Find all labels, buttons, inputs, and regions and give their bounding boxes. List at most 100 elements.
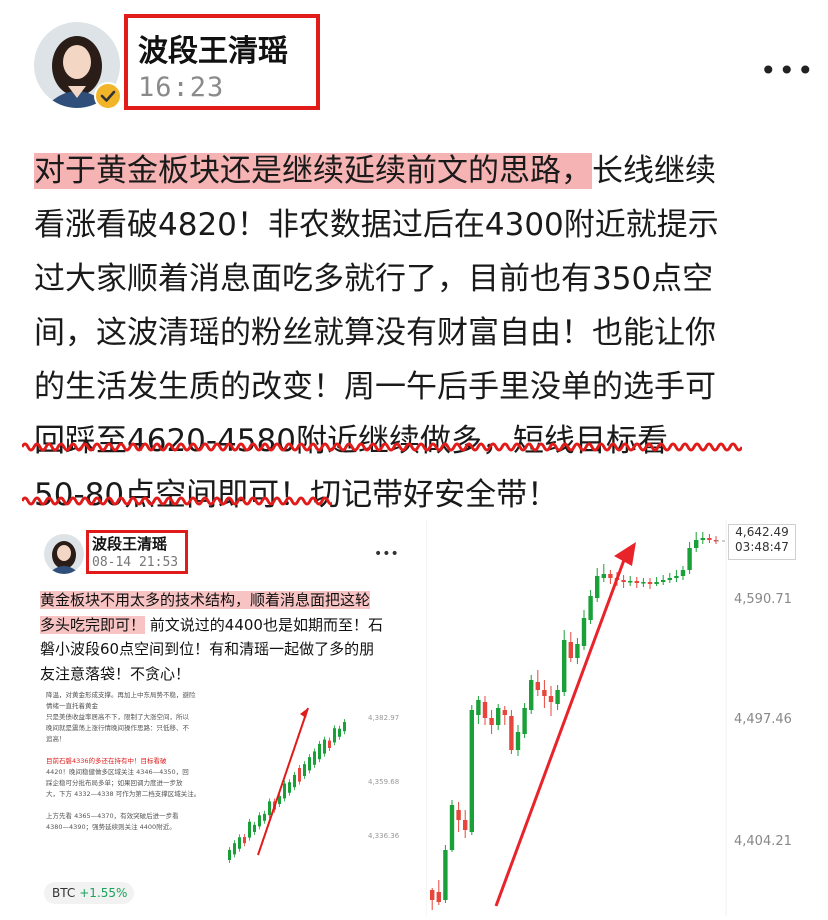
candle <box>581 618 587 646</box>
candle <box>542 690 547 696</box>
mini-candle <box>268 801 271 816</box>
candle <box>476 700 481 715</box>
candle <box>608 574 613 578</box>
wavy-underline-1 <box>22 442 742 452</box>
more-options-icon[interactable]: ••• <box>760 54 816 87</box>
candle <box>647 582 653 584</box>
candle <box>654 582 659 584</box>
embedded-small-line: 4380—4390；强势延续则关注 4400附近。 <box>46 823 176 831</box>
trend-arrowhead <box>614 542 636 566</box>
embedded-mini-chart: 4,382.97 4,359.68 4,336.36 <box>228 707 400 863</box>
embedded-author-avatar <box>44 534 84 574</box>
post-line: 过大家顺着消息面吃多就行了，目前也有350点空 <box>34 261 714 297</box>
price-axis-label: 4,404.21 <box>734 834 792 849</box>
embedded-post-time: 08-14 21:53 <box>92 555 179 570</box>
embedded-small-line: 大，下方 4332—4338 可作为第二档支撑区域关注。 <box>46 790 201 798</box>
candle <box>515 732 521 750</box>
embedded-small-line: 晚间就是震荡上涨行情晚间操作思路：只低移、不 <box>46 724 189 732</box>
candle <box>522 708 527 734</box>
candle <box>430 890 435 900</box>
ticker-chip[interactable]: BTC +1.55% <box>44 882 134 904</box>
wavy-underline-2 <box>22 496 332 506</box>
post-line: 对于黄金板块还是继续延续前文的思路，长线继续 <box>34 144 804 198</box>
mini-candle <box>318 743 321 760</box>
candle <box>595 576 600 598</box>
mini-candle <box>263 813 266 821</box>
mini-candle <box>248 821 251 838</box>
candle <box>694 540 699 548</box>
candle <box>469 710 474 832</box>
embedded-highlight: 黄金板块不用太多的技术结构，顺着消息面把这轮 <box>40 591 371 609</box>
candle <box>687 548 692 570</box>
mini-candle <box>338 728 341 737</box>
candle <box>568 642 573 658</box>
candle <box>489 718 494 725</box>
candle <box>674 576 679 578</box>
mini-trend-arrowhead <box>300 708 308 718</box>
candle <box>641 582 646 584</box>
mini-candle <box>328 740 331 748</box>
candle <box>456 810 461 820</box>
mini-axis-label: 4,359.68 <box>368 778 399 786</box>
mini-candle <box>228 849 231 860</box>
mini-candle <box>293 774 296 788</box>
embedded-small-line: 情绪一直托着黄金 <box>46 702 98 710</box>
mini-candle <box>303 764 306 776</box>
candle <box>601 574 606 578</box>
verified-badge-icon <box>94 82 122 110</box>
price-axis-label: 4,497.46 <box>734 712 792 727</box>
candle <box>661 580 666 582</box>
embedded-small-line: 踩企稳可分批布局多单；如果回调力度进一步放 <box>46 779 183 787</box>
post-line: 间，这波清瑶的粉丝就算没有财富自由！也能让你 <box>34 315 716 351</box>
candle <box>509 716 514 750</box>
candle <box>667 578 672 580</box>
candle-countdown: 03:48:47 <box>735 540 789 554</box>
candle <box>548 696 554 702</box>
candle <box>562 640 567 692</box>
embedded-post-body: 黄金板块不用太多的技术结构，顺着消息面把这轮 多头吃完即可！ 前文说过的4400… <box>40 588 410 686</box>
candle <box>700 538 705 540</box>
mini-candle <box>288 782 291 793</box>
embedded-small-text: 降温，对黄金形成支撑。再加上中东局势不稳，避险 情绪一直托着黄金只是美债收益率居高… <box>46 690 246 833</box>
candle <box>449 805 455 850</box>
candle <box>436 892 441 902</box>
mini-candle <box>308 757 311 771</box>
candle <box>482 702 488 718</box>
mini-candle <box>238 837 241 849</box>
post-line: 的生活发生质的改变！周一午后手里没单的选手可 <box>34 369 716 405</box>
mini-axis-label: 4,336.36 <box>368 832 400 840</box>
candle <box>496 708 501 725</box>
current-price-tag: 4,642.49 03:48:47 <box>728 524 796 560</box>
post-body: 对于黄金板块还是继续延续前文的思路，长线继续 看涨看破4820！非农数据过后在4… <box>34 144 804 522</box>
candle <box>575 644 580 658</box>
mini-candle <box>313 751 316 765</box>
embedded-small-line: 降温，对黄金形成支撑。再加上中东局势不稳，避险 <box>46 691 196 699</box>
candle <box>707 538 712 540</box>
mini-axis-label: 4,382.97 <box>368 714 399 722</box>
embedded-small-line: 上方先看 4365—4370，有效突破后进一步看 <box>46 812 179 820</box>
embedded-small-line: 目前石磐4336的多还在持有中！目标看破 <box>46 757 167 765</box>
embedded-line: 磐小波段60点空间到位！有和清瑶一起做了多的朋 <box>40 640 375 658</box>
candle <box>502 710 507 715</box>
mini-candle <box>283 783 286 799</box>
mini-candle <box>258 815 261 827</box>
mini-candle <box>343 721 346 732</box>
candle <box>588 596 593 620</box>
embedded-line-rest: 前文说过的4400也是如期而至！石 <box>149 615 383 634</box>
mini-candle <box>243 836 246 844</box>
ticker-change: +1.55% <box>79 886 128 900</box>
price-axis-label: 4,590.71 <box>734 592 792 607</box>
post-highlight: 对于黄金板块还是继续延续前文的思路， <box>34 153 592 189</box>
post-line: 看涨看破4820！非农数据过后在4300附近就提示 <box>34 207 719 243</box>
candle <box>529 680 534 710</box>
mini-candle <box>253 824 256 832</box>
candle <box>443 850 448 900</box>
embedded-small-line <box>46 745 246 756</box>
embedded-line: 友注意落袋！不贪心！ <box>40 664 191 683</box>
current-price: 4,642.49 <box>735 525 789 539</box>
author-name[interactable]: 波段王清瑶 <box>138 26 288 70</box>
ticker-symbol: BTC <box>52 886 76 900</box>
candle <box>463 820 468 830</box>
candle <box>555 690 560 704</box>
embedded-small-line: 只是美债收益率居高不下，限制了大涨空间，所以 <box>46 713 189 721</box>
